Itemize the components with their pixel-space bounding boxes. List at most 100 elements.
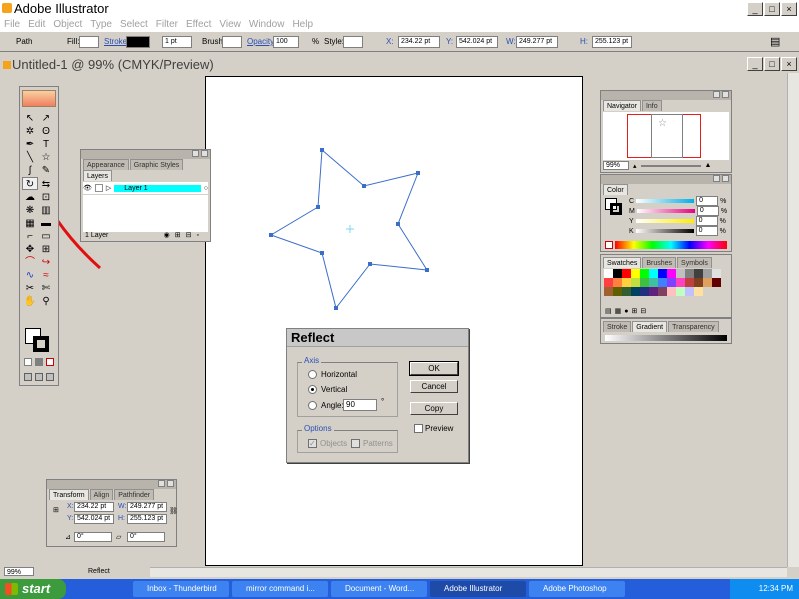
live-trace-tool-icon[interactable]: ⌒ [22,256,38,269]
color-stroke-box[interactable] [610,203,622,215]
line-tool-icon[interactable]: ╲ [22,151,38,164]
layer-row[interactable]: 👁 ▷ Layer 1 ○ [83,182,208,194]
angle-radio[interactable] [308,401,317,410]
panel-minimize-icon[interactable] [713,91,720,98]
tab-info[interactable]: Info [641,100,662,111]
panel-minimize-icon[interactable] [192,150,199,157]
none-mode-icon[interactable] [46,358,54,366]
standard-screen-mode-icon[interactable] [24,373,32,381]
swatch[interactable] [712,269,721,278]
panel-close-icon[interactable] [201,150,208,157]
start-label[interactable]: start [22,581,50,596]
swatch-footer-icons[interactable]: ▤▦●⊞⊟ [605,307,649,315]
swatch[interactable] [685,278,694,287]
scissors-red-tool-icon[interactable]: ↪ [38,256,54,269]
mesh-tool-icon[interactable]: ▦ [22,217,38,230]
magenta-value[interactable]: 0 [696,206,719,216]
horizontal-radio[interactable] [308,370,317,379]
tab-gradient[interactable]: Gradient [632,321,668,332]
hand-tool-icon[interactable]: ✋ [22,295,38,308]
shear-field[interactable]: 0° [127,532,165,542]
swatch-grid[interactable] [604,269,724,296]
yellow-slider[interactable] [635,219,694,223]
color-mode-icon[interactable] [24,358,32,366]
copy-button[interactable]: Copy [410,402,458,415]
rotate-tool-icon[interactable]: ↻ [22,177,38,190]
full-screen-mode-icon[interactable] [46,373,54,381]
objects-checkbox[interactable]: ✓ [308,439,317,448]
transform-x-field[interactable]: 234.22 pt [74,502,114,512]
panel-close-icon[interactable] [167,480,174,487]
color-spectrum[interactable] [615,241,727,249]
swatch[interactable] [640,278,649,287]
paintbrush-tool-icon[interactable]: ∫ [22,164,38,177]
swatch[interactable] [649,278,658,287]
swatch[interactable] [703,269,712,278]
swatch[interactable] [613,269,622,278]
rotate-field[interactable]: 0° [74,532,112,542]
lasso-tool-icon[interactable]: ʘ [38,125,54,138]
layer-footer-icons[interactable]: ◉⊞⊟▫ [164,231,204,239]
free-transform-tool-icon[interactable]: ⊡ [38,191,54,204]
vertical-radio[interactable] [308,385,317,394]
constrain-link-icon[interactable]: ⛓ [169,507,178,515]
swatch[interactable] [676,278,685,287]
swatch[interactable] [631,287,640,296]
swatch[interactable] [649,269,658,278]
swatch[interactable] [694,278,703,287]
preview-checkbox[interactable] [414,424,423,433]
cancel-button[interactable]: Cancel [410,380,458,393]
curve-tool-icon[interactable]: ∿ [22,269,38,282]
tab-transparency[interactable]: Transparency [668,321,719,332]
type-tool-icon[interactable]: T [38,138,54,151]
pen-tool-icon[interactable]: ✒ [22,138,38,151]
magenta-slider[interactable] [636,209,695,213]
swatch[interactable] [676,269,685,278]
warp-tool-icon[interactable]: ☁ [22,191,38,204]
none-color-icon[interactable] [605,241,613,249]
magic-wand-tool-icon[interactable]: ✲ [22,125,38,138]
tab-layers[interactable]: Layers [83,170,113,181]
blend-tool-icon[interactable]: ▭ [38,230,54,243]
zoom-tool-icon[interactable]: ⚲ [38,295,54,308]
tab-color[interactable]: Color [603,184,628,195]
navigator-preview[interactable]: ☆ [603,112,729,160]
swatch[interactable] [604,269,613,278]
swatch[interactable] [604,278,613,287]
swatch[interactable] [640,287,649,296]
panel-minimize-icon[interactable] [713,175,720,182]
wave-tool-icon[interactable]: ≈ [38,269,54,282]
expand-triangle-icon[interactable]: ▷ [106,184,111,192]
swatch[interactable] [631,269,640,278]
tab-appearance[interactable]: Appearance [83,159,129,170]
selection-tool-icon[interactable]: ↖ [22,112,38,125]
tab-graphic-styles[interactable]: Graphic Styles [129,159,184,170]
yellow-value[interactable]: 0 [695,216,718,226]
gradient-mode-icon[interactable] [35,358,43,366]
symbol-sprayer-tool-icon[interactable]: ❋ [22,204,38,217]
stroke-color-box[interactable] [33,336,49,352]
zoom-slider[interactable] [640,164,701,167]
angle-input[interactable]: 90 [343,399,377,411]
swatch[interactable] [667,269,676,278]
swatch[interactable] [604,287,613,296]
target-icon[interactable]: ○ [204,185,208,192]
cyan-value[interactable]: 0 [696,196,719,206]
swatch[interactable] [685,269,694,278]
navigator-zoom-field[interactable]: 99% [603,161,629,170]
preview-label[interactable]: Preview [425,424,453,433]
swatch[interactable] [703,278,712,287]
swatch[interactable] [649,287,658,296]
swatch[interactable] [658,278,667,287]
swatch[interactable] [613,278,622,287]
swatch[interactable] [622,269,631,278]
live-paint-selection-tool-icon[interactable]: ⊞ [38,243,54,256]
swatch[interactable] [667,278,676,287]
tab-transform[interactable]: Transform [49,489,89,500]
reflect-tool-icon[interactable]: ⇆ [38,178,54,191]
tab-navigator[interactable]: Navigator [603,100,641,111]
star-tool-icon[interactable]: ☆ [38,151,54,164]
swatch[interactable] [622,287,631,296]
swatch[interactable] [676,287,685,296]
slice-tool-icon[interactable]: ✂ [22,282,38,295]
